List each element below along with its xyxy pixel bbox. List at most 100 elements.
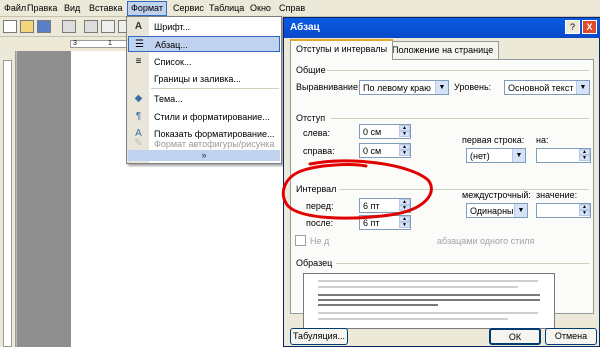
menu-item-label: Шрифт... xyxy=(154,22,191,32)
menu-separator xyxy=(151,88,279,89)
indent-by-label: на: xyxy=(536,135,549,145)
preview-line xyxy=(318,318,508,320)
line-spacing-select[interactable]: Одинарный ▼ xyxy=(466,203,528,218)
group-title-preview: Образец xyxy=(296,258,333,268)
open-folder-icon[interactable] xyxy=(20,20,34,33)
line-spacing-value: Одинарный xyxy=(470,206,519,216)
no-space-same-style-checkbox[interactable] xyxy=(295,235,306,246)
menu-item-font[interactable]: A Шрифт... xyxy=(128,19,280,35)
ruler-mark: 3 xyxy=(73,40,77,47)
level-value: Основной текст xyxy=(508,83,574,93)
chevron-down-icon[interactable]: ▼ xyxy=(514,204,527,217)
menu-item-paragraph[interactable]: ☰ Абзац... xyxy=(128,36,280,52)
spin-down-icon[interactable]: ▼ xyxy=(579,210,590,216)
chevron-down-icon[interactable]: ▼ xyxy=(435,81,448,94)
paragraph-icon: ☰ xyxy=(135,39,144,50)
red-annotation-circle xyxy=(281,159,433,220)
preview-line xyxy=(318,304,438,306)
format-menu: A Шрифт... ☰ Абзац... ≡ Список... Границ… xyxy=(126,16,282,164)
menu-item-theme[interactable]: ◆ Тема... xyxy=(128,91,280,107)
menu-tools[interactable]: Сервис xyxy=(173,3,204,13)
preview-line xyxy=(318,312,538,314)
menu-view[interactable]: Вид xyxy=(64,3,80,13)
preview-line xyxy=(318,286,518,288)
print-icon[interactable] xyxy=(84,20,98,33)
print-preview-icon[interactable] xyxy=(101,20,115,33)
line-spacing-label: междустрочный: xyxy=(462,190,531,200)
preview-line xyxy=(318,299,540,301)
borders-icon xyxy=(132,73,145,85)
chevron-down-icon[interactable]: ▼ xyxy=(576,81,589,94)
menu-item-autoshape-format: ✎ Формат автофигуры/рисунка xyxy=(128,138,280,150)
group-title-general: Общие xyxy=(296,65,326,75)
autoshape-format-icon: ✎ xyxy=(134,138,143,149)
theme-icon: ◆ xyxy=(134,93,143,104)
spin-down-icon[interactable]: ▼ xyxy=(399,150,410,156)
list-icon: ≡ xyxy=(135,56,142,67)
ruler-scale xyxy=(70,40,130,48)
no-space-label-end: абзацами одного стиля xyxy=(437,236,535,246)
indent-right-value: 0 см xyxy=(363,146,382,156)
indent-right-spinner[interactable]: 0 см ▲ ▼ xyxy=(359,143,411,158)
tab-line-page-breaks[interactable]: Положение на странице xyxy=(386,41,500,59)
group-divider xyxy=(327,70,589,71)
menu-table[interactable]: Таблица xyxy=(209,3,244,13)
level-select[interactable]: Основной текст ▼ xyxy=(504,80,590,95)
menu-item-label: Тема... xyxy=(154,94,183,104)
alignment-value: По левому краю xyxy=(363,83,431,93)
spacing-at-spinner[interactable]: ▲ ▼ xyxy=(536,203,591,218)
spacing-at-label: значение: xyxy=(536,190,578,200)
menu-item-label: Список... xyxy=(154,57,192,67)
save-icon[interactable] xyxy=(37,20,51,33)
first-line-value: (нет) xyxy=(470,151,490,161)
indent-left-value: 0 см xyxy=(363,127,382,137)
menu-help[interactable]: Справ xyxy=(279,3,305,13)
indent-by-spinner[interactable]: ▲ ▼ xyxy=(536,148,591,163)
ruler-mark: 1 xyxy=(108,40,112,47)
menu-format[interactable]: Формат xyxy=(127,1,167,16)
spin-down-icon[interactable]: ▼ xyxy=(579,155,590,161)
permission-icon[interactable] xyxy=(62,20,76,33)
menu-item-borders[interactable]: Границы и заливка... xyxy=(128,71,280,87)
menu-item-label: Границы и заливка... xyxy=(154,74,241,84)
new-document-icon[interactable] xyxy=(3,20,17,33)
menu-file[interactable]: Файл xyxy=(4,3,26,13)
tab-indents-spacing[interactable]: Отступы и интервалы xyxy=(290,39,394,60)
chevron-down-icon[interactable]: ▼ xyxy=(512,149,525,162)
tabs-button[interactable]: Табуляция... xyxy=(290,328,348,345)
expand-menu-chevron-icon[interactable]: » xyxy=(128,150,280,161)
vertical-ruler xyxy=(3,60,12,347)
preview-line xyxy=(318,280,538,282)
menu-item-styles[interactable]: ¶ Стили и форматирование... xyxy=(128,109,280,125)
font-icon: A xyxy=(134,21,143,32)
close-button[interactable]: X xyxy=(582,20,597,34)
alignment-select[interactable]: По левому краю ▼ xyxy=(359,80,449,95)
indent-left-spinner[interactable]: 0 см ▲ ▼ xyxy=(359,124,411,139)
help-button[interactable]: ? xyxy=(565,20,580,34)
dialog-title: Абзац xyxy=(290,22,320,33)
menu-item-label: Абзац... xyxy=(155,40,188,50)
menu-item-list[interactable]: ≡ Список... xyxy=(128,54,280,70)
indent-left-label: слева: xyxy=(303,128,330,138)
indent-right-label: справа: xyxy=(303,146,335,156)
menu-insert[interactable]: Вставка xyxy=(89,3,122,13)
group-divider xyxy=(331,118,589,119)
menu-item-label: Стили и форматирование... xyxy=(154,112,270,122)
no-space-label-start: Не д xyxy=(310,236,330,246)
first-line-select[interactable]: (нет) ▼ xyxy=(466,148,526,163)
dialog-titlebar[interactable]: Абзац ? X xyxy=(284,18,600,38)
first-line-label: первая строка: xyxy=(462,135,525,145)
spin-down-icon[interactable]: ▼ xyxy=(399,131,410,137)
group-divider xyxy=(336,263,589,264)
menu-bar: Файл Правка Вид Вставка Формат Сервис Та… xyxy=(0,0,600,17)
spin-down-icon[interactable]: ▼ xyxy=(399,222,410,228)
ok-button[interactable]: ОК xyxy=(489,328,541,345)
menu-edit[interactable]: Правка xyxy=(27,3,57,13)
cancel-button[interactable]: Отмена xyxy=(545,328,597,345)
alignment-label: Выравнивание: xyxy=(296,82,361,92)
level-label: Уровень: xyxy=(454,82,492,92)
menu-item-label: Формат автофигуры/рисунка xyxy=(154,139,275,149)
menu-window[interactable]: Окно xyxy=(250,3,271,13)
group-title-indent: Отступ xyxy=(296,113,326,123)
paragraph-preview xyxy=(303,273,555,329)
